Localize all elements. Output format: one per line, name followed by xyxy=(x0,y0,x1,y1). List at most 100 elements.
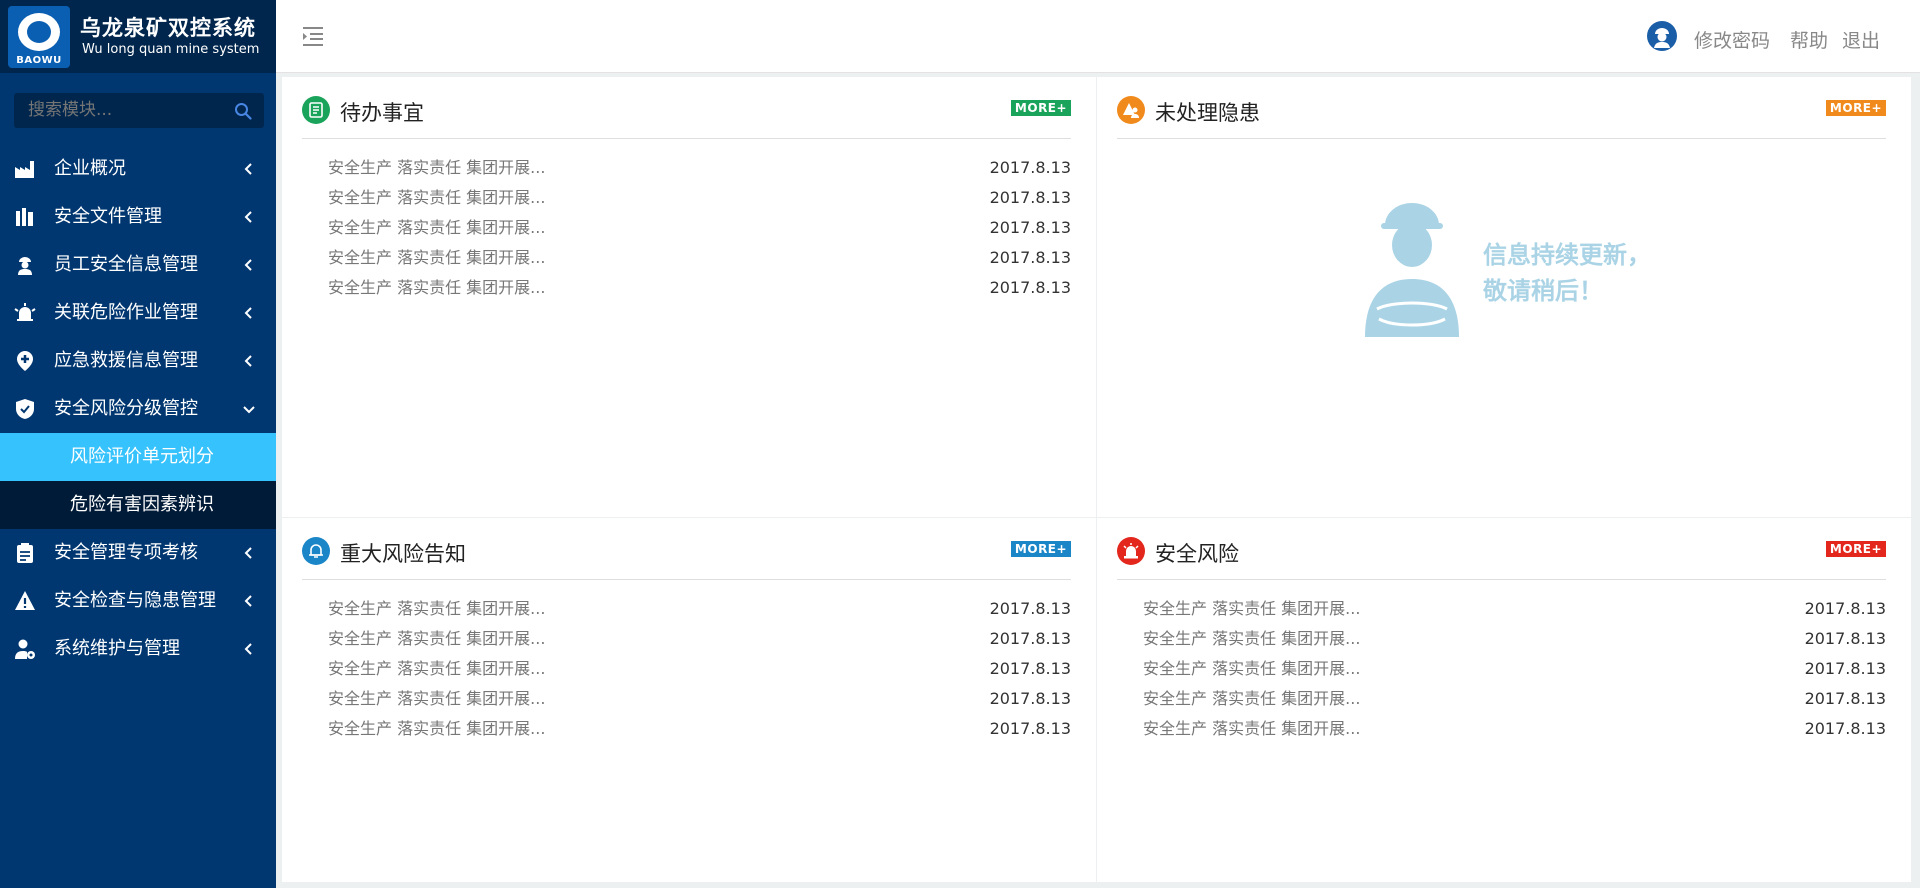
user-gear-icon xyxy=(15,639,35,659)
empty-message-line2: 敬请稍后！ xyxy=(1483,277,1603,305)
sidebar: BAOWU 乌龙泉矿双控系统 Wu long quan mine system … xyxy=(0,0,276,888)
sidebar-item-label: 安全检查与隐患管理 xyxy=(54,590,216,611)
chevron-left-icon xyxy=(244,643,252,655)
list-item[interactable]: 安全生产 落实责任 集团开展... 2017.8.13 xyxy=(328,624,1071,654)
list-item[interactable]: 安全生产 落实责任 集团开展... 2017.8.13 xyxy=(328,153,1071,183)
more-button[interactable]: MORE+ xyxy=(1011,541,1071,557)
list-item[interactable]: 安全生产 落实责任 集团开展... 2017.8.13 xyxy=(1143,684,1886,714)
item-title: 安全生产 落实责任 集团开展... xyxy=(1143,689,1361,708)
sidebar-item-label: 员工安全信息管理 xyxy=(54,254,198,275)
list-item[interactable]: 安全生产 落实责任 集团开展... 2017.8.13 xyxy=(328,243,1071,273)
major-risk-list: 安全生产 落实责任 集团开展... 2017.8.13 安全生产 落实责任 集团开… xyxy=(328,594,1071,744)
change-password-link[interactable]: 修改密码 xyxy=(1694,26,1770,53)
list-item[interactable]: 安全生产 落实责任 集团开展... 2017.8.13 xyxy=(328,654,1071,684)
more-button[interactable]: MORE+ xyxy=(1826,541,1886,557)
chevron-left-icon xyxy=(244,163,252,175)
list-item[interactable]: 安全生产 落实责任 集团开展... 2017.8.13 xyxy=(1143,624,1886,654)
sidebar-item-label: 应急救援信息管理 xyxy=(54,350,198,371)
panel-header: 安全风险 MORE+ xyxy=(1117,518,1886,580)
list-item[interactable]: 安全生产 落实责任 集团开展... 2017.8.13 xyxy=(328,213,1071,243)
chevron-left-icon xyxy=(244,259,252,271)
item-title: 安全生产 落实责任 集团开展... xyxy=(328,158,546,177)
list-item[interactable]: 安全生产 落实责任 集团开展... 2017.8.13 xyxy=(1143,654,1886,684)
list-item[interactable]: 安全生产 落实责任 集团开展... 2017.8.13 xyxy=(328,273,1071,303)
app-title: 乌龙泉矿双控系统 xyxy=(80,16,256,40)
item-title: 安全生产 落实责任 集团开展... xyxy=(1143,659,1361,678)
sidebar-item-system-maintenance[interactable]: 系统维护与管理 xyxy=(0,625,276,673)
item-date: 2017.8.13 xyxy=(989,599,1071,618)
chevron-left-icon xyxy=(244,595,252,607)
sidebar-item-company-overview[interactable]: 企业概况 xyxy=(0,145,276,193)
menu-toggle-icon[interactable] xyxy=(302,25,324,47)
item-title: 安全生产 落实责任 集团开展... xyxy=(328,629,546,648)
todo-list: 安全生产 落实责任 集团开展... 2017.8.13 安全生产 落实责任 集团开… xyxy=(328,153,1071,303)
sidebar-item-safety-files[interactable]: 安全文件管理 xyxy=(0,193,276,241)
worker-icon xyxy=(18,257,32,275)
panel-title: 安全风险 xyxy=(1155,542,1239,566)
document-list-icon xyxy=(309,102,323,118)
item-title: 安全生产 落实责任 集团开展... xyxy=(328,248,546,267)
search-input[interactable] xyxy=(28,93,228,128)
panel-title: 待办事宜 xyxy=(340,101,424,125)
top-header: 修改密码 帮助 退出 xyxy=(276,0,1920,73)
list-item[interactable]: 安全生产 落实责任 集团开展... 2017.8.13 xyxy=(1143,714,1886,744)
bell-icon xyxy=(309,544,323,558)
item-date: 2017.8.13 xyxy=(989,188,1071,207)
empty-message-line1: 信息持续更新， xyxy=(1483,241,1651,269)
submenu-item-hazard-identification[interactable]: 危险有害因素辨识 xyxy=(0,481,276,529)
major-risk-panel: 重大风险告知 MORE+ 安全生产 落实责任 集团开展... 2017.8.13 … xyxy=(282,518,1096,882)
logout-link[interactable]: 退出 xyxy=(1842,26,1880,53)
rescue-icon xyxy=(17,351,33,371)
list-item[interactable]: 安全生产 落实责任 集团开展... 2017.8.13 xyxy=(328,594,1071,624)
more-button[interactable]: MORE+ xyxy=(1826,100,1886,116)
panel-title: 重大风险告知 xyxy=(340,542,466,566)
sidebar-item-risk-control[interactable]: 安全风险分级管控 xyxy=(0,385,276,433)
sidebar-item-employee-safety[interactable]: 员工安全信息管理 xyxy=(0,241,276,289)
item-title: 安全生产 落实责任 集团开展... xyxy=(1143,719,1361,738)
panel-header: 重大风险告知 MORE+ xyxy=(302,518,1071,580)
panel-icon-badge xyxy=(302,537,330,565)
list-item[interactable]: 安全生产 落实责任 集团开展... 2017.8.13 xyxy=(328,183,1071,213)
sidebar-item-special-assessment[interactable]: 安全管理专项考核 xyxy=(0,529,276,577)
siren-icon xyxy=(1123,543,1139,559)
item-title: 安全生产 落实责任 集团开展... xyxy=(328,278,546,297)
list-item[interactable]: 安全生产 落实责任 集团开展... 2017.8.13 xyxy=(1143,594,1886,624)
sidebar-item-hazardous-work[interactable]: 关联危险作业管理 xyxy=(0,289,276,337)
sidebar-search xyxy=(14,93,264,128)
item-date: 2017.8.13 xyxy=(1804,719,1886,738)
item-date: 2017.8.13 xyxy=(1804,599,1886,618)
help-link[interactable]: 帮助 xyxy=(1790,26,1828,53)
item-title: 安全生产 落实责任 集团开展... xyxy=(328,599,546,618)
item-date: 2017.8.13 xyxy=(989,629,1071,648)
submenu-item-risk-unit-division[interactable]: 风险评价单元划分 xyxy=(0,433,276,481)
item-date: 2017.8.13 xyxy=(989,218,1071,237)
sidebar-item-emergency-rescue[interactable]: 应急救援信息管理 xyxy=(0,337,276,385)
panel-header: 待办事宜 MORE+ xyxy=(302,77,1071,139)
baowu-logo: BAOWU xyxy=(8,6,70,68)
item-title: 安全生产 落实责任 集团开展... xyxy=(328,719,546,738)
item-date: 2017.8.13 xyxy=(1804,659,1886,678)
clipboard-icon xyxy=(17,543,33,563)
user-avatar-icon[interactable] xyxy=(1647,21,1677,51)
item-title: 安全生产 落实责任 集团开展... xyxy=(328,689,546,708)
search-icon[interactable] xyxy=(234,102,252,120)
list-item[interactable]: 安全生产 落实责任 集团开展... 2017.8.13 xyxy=(328,684,1071,714)
empty-message: 信息持续更新， 敬请稍后！ xyxy=(1483,237,1651,309)
item-title: 安全生产 落实责任 集团开展... xyxy=(1143,629,1361,648)
worker-illustration-icon xyxy=(1365,203,1459,337)
panel-icon-badge xyxy=(302,96,330,124)
list-item[interactable]: 安全生产 落实责任 集团开展... 2017.8.13 xyxy=(328,714,1071,744)
item-title: 安全生产 落实责任 集团开展... xyxy=(328,659,546,678)
app-root: BAOWU 乌龙泉矿双控系统 Wu long quan mine system … xyxy=(0,0,1920,888)
submenu-item-label: 风险评价单元划分 xyxy=(70,446,214,467)
sidebar-item-inspection-hazards[interactable]: 安全检查与隐患管理 xyxy=(0,577,276,625)
warning-icon xyxy=(15,591,35,610)
brand-bar: BAOWU 乌龙泉矿双控系统 Wu long quan mine system xyxy=(0,0,276,73)
more-button[interactable]: MORE+ xyxy=(1011,100,1071,116)
chevron-left-icon xyxy=(244,355,252,367)
sidebar-item-label: 企业概况 xyxy=(54,158,126,179)
item-date: 2017.8.13 xyxy=(989,278,1071,297)
item-date: 2017.8.13 xyxy=(989,719,1071,738)
chevron-left-icon xyxy=(244,547,252,559)
sidebar-item-label: 安全管理专项考核 xyxy=(54,542,198,563)
